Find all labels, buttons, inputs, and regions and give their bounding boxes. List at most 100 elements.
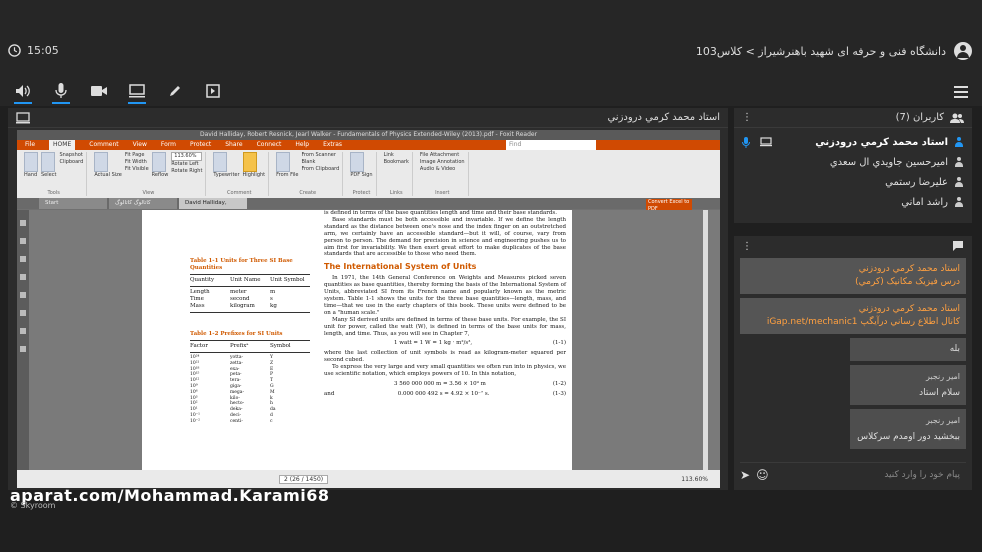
list-item[interactable]: عليرضا رستمي xyxy=(742,172,964,192)
screen-share-icon[interactable] xyxy=(128,82,146,104)
find-input[interactable]: Find xyxy=(506,140,597,150)
layers-icon[interactable] xyxy=(20,256,26,262)
rotate-left-button[interactable]: Rotate Left xyxy=(171,161,202,168)
chat-more-icon[interactable]: ⋮ xyxy=(742,241,752,252)
ribbon-tabs: File HOME Comment View Form Protect Shar… xyxy=(17,140,720,150)
from-scanner-button[interactable]: From Scanner xyxy=(301,152,339,159)
equation: 1 watt = 1 W = 1 kg · m²/s³, (1-1) xyxy=(394,340,566,347)
attachments-icon[interactable] xyxy=(20,292,26,298)
list-item[interactable]: اميرحسين جاويدي ال سعدي xyxy=(742,152,964,172)
highlight-icon[interactable] xyxy=(242,152,257,172)
ribbon-tab[interactable]: Form xyxy=(161,140,176,150)
select-tool-icon[interactable] xyxy=(41,152,55,172)
section-heading: The International System of Units xyxy=(324,262,477,272)
ribbon-tab[interactable]: Extras xyxy=(323,140,342,150)
ribbon-group-view: Actual Size Fit Page Fit Width Fit Visible… xyxy=(91,152,207,196)
users-panel-header: کاربران (7) ⋮ xyxy=(734,108,972,128)
clock-icon xyxy=(8,44,21,57)
user-list: استاد محمد کرمي درودزني اميرحسين جاويدي … xyxy=(734,128,972,216)
camera-icon[interactable] xyxy=(90,82,108,100)
chat-message: بله xyxy=(850,338,966,361)
comments-icon[interactable] xyxy=(20,274,26,280)
chat-message: امير رنجبر ببخشيد دور اومدم سرکلاس xyxy=(850,409,966,449)
chat-icon xyxy=(953,241,963,251)
pages-icon[interactable] xyxy=(20,220,26,226)
table-row: Mass kilogram kg xyxy=(190,303,277,309)
page-indicator[interactable]: 2 (26 / 1450) xyxy=(279,474,329,484)
presentation-icon[interactable] xyxy=(204,82,222,100)
image-annotation-button[interactable]: Image Annotation xyxy=(420,159,465,166)
doc-tab-start[interactable]: Start xyxy=(39,198,107,209)
pdf-sign-icon[interactable] xyxy=(350,152,365,172)
list-item[interactable]: راشد اماني xyxy=(742,192,964,212)
user-icon xyxy=(954,177,964,187)
foxit-window-title: David Halliday, Robert Resnick, Jearl Wa… xyxy=(17,130,720,140)
user-icon xyxy=(954,197,964,207)
file-attachment-button[interactable]: File Attachment xyxy=(420,152,465,159)
speaker-icon[interactable] xyxy=(14,82,32,104)
ribbon-tab[interactable]: Share xyxy=(225,140,242,150)
rotate-right-button[interactable]: Rotate Right xyxy=(171,168,202,175)
pdf-text-column: is defined in terms of the base quantiti… xyxy=(324,210,566,397)
document-tabs: Start کاتالوگ کاتالوگ David Halliday, Ro… xyxy=(17,198,720,217)
send-icon[interactable]: ➤ xyxy=(740,468,750,482)
ribbon-tab[interactable]: Comment xyxy=(89,140,118,150)
user-avatar-icon[interactable] xyxy=(954,42,972,60)
users-more-icon[interactable]: ⋮ xyxy=(742,112,752,123)
zoom-level[interactable]: 113.60% xyxy=(681,476,708,483)
signature-icon[interactable] xyxy=(20,310,26,316)
ribbon-tab[interactable]: Connect xyxy=(257,140,282,150)
shared-screen: David Halliday, Robert Resnick, Jearl Wa… xyxy=(17,130,720,488)
clipboard-button[interactable]: Clipboard xyxy=(59,159,83,166)
reflow-icon[interactable] xyxy=(151,152,166,172)
hamburger-menu-icon[interactable] xyxy=(954,86,968,101)
fit-width-button[interactable]: Fit Width xyxy=(125,159,149,166)
bookmark-button[interactable]: Bookmark xyxy=(384,159,409,166)
main-panel: استاد محمد کرمي درودزني David Halliday, … xyxy=(8,108,728,490)
ribbon-group-create: From File From Scanner Blank From Clipboar… xyxy=(273,152,344,196)
vertical-scrollbar[interactable] xyxy=(703,210,708,470)
microphone-icon xyxy=(742,136,750,148)
emoji-icon[interactable]: ☺ xyxy=(756,468,769,482)
link-button[interactable]: Link xyxy=(384,152,409,159)
pdf-page: Table 1-1 Units for Three SI Base Quanti… xyxy=(142,210,572,470)
fit-visible-button[interactable]: Fit Visible xyxy=(125,166,149,173)
hand-tool-icon[interactable] xyxy=(24,152,38,172)
lock-icon[interactable] xyxy=(20,328,26,334)
fit-page-button[interactable]: Fit Page xyxy=(125,152,149,159)
bookmarks-icon[interactable] xyxy=(20,238,26,244)
list-item[interactable]: استاد محمد کرمي درودزني xyxy=(742,132,964,152)
pdf-tables: Table 1-1 Units for Three SI Base Quanti… xyxy=(190,258,310,425)
audio-video-button[interactable]: Audio & Video xyxy=(420,166,465,173)
ribbon-group-protect: PDF Sign Protect xyxy=(347,152,377,196)
ribbon-tab[interactable]: HOME xyxy=(49,140,76,150)
room-title: دانشگاه فنی و حرفه ای شهید باهنرشیراز > … xyxy=(696,42,972,60)
ribbon-tab[interactable]: Protect xyxy=(190,140,211,150)
pen-icon[interactable] xyxy=(166,82,184,100)
zoom-select[interactable]: 113.60% xyxy=(171,152,203,161)
equation: and 0.000 000 492 s = 4.92 × 10⁻⁷ s. (1-3) xyxy=(324,390,566,397)
tools-icon[interactable] xyxy=(20,346,26,352)
main-panel-header: استاد محمد کرمي درودزني xyxy=(8,108,728,128)
equation: 3 560 000 000 m = 3.56 × 10⁹ m (1-2) xyxy=(394,380,566,387)
doc-tab-active[interactable]: David Halliday, Robert R... xyxy=(179,198,247,217)
chat-message: استاد محمد کرمي درودزني کانال اطلاع رسان… xyxy=(740,298,966,334)
from-clipboard-button[interactable]: From Clipboard xyxy=(301,166,339,173)
ribbon-tab[interactable]: File xyxy=(25,140,35,150)
typewriter-icon[interactable] xyxy=(213,152,228,172)
chat-message: استاد محمد کرمي درودزني درس فيزيک مکانيک… xyxy=(740,258,966,294)
users-panel: کاربران (7) ⋮ استاد محمد کرمي درودزني ام… xyxy=(734,108,972,223)
chat-input[interactable]: پيام خود را وارد کنيد xyxy=(775,470,966,480)
blank-button[interactable]: Blank xyxy=(301,159,339,166)
from-file-icon[interactable] xyxy=(276,152,291,172)
actual-size-icon[interactable] xyxy=(94,152,109,172)
microphone-icon[interactable] xyxy=(52,82,70,104)
viewer-sidebar xyxy=(17,210,29,470)
brand-label: © Skyroom xyxy=(10,501,56,510)
chat-messages: استاد محمد کرمي درودزني درس فيزيک مکانيک… xyxy=(740,258,966,462)
snapshot-button[interactable]: Snapshot xyxy=(59,152,83,159)
ribbon-tab[interactable]: Help xyxy=(295,140,309,150)
pdf-viewer: Table 1-1 Units for Three SI Base Quanti… xyxy=(17,210,720,470)
doc-tab[interactable]: کاتالوگ کاتالوگ xyxy=(109,198,177,209)
ribbon-tab[interactable]: View xyxy=(133,140,147,150)
